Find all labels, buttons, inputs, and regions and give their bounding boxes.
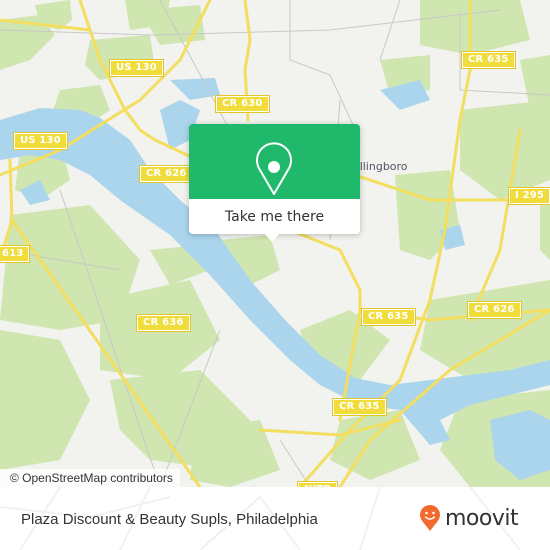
road-label-cr626: CR 626	[467, 301, 522, 319]
map-attribution[interactable]: © OpenStreetMap contributors	[0, 469, 180, 487]
road-label-us130: US 130	[13, 132, 68, 150]
take-me-there-button[interactable]: Take me there	[189, 199, 360, 234]
popup-pointer	[264, 233, 280, 242]
road-label-us130: US 130	[109, 59, 164, 77]
road-label-cr635: CR 635	[361, 308, 416, 326]
road-label-cr635: CR 635	[461, 51, 516, 69]
popup-header	[189, 124, 360, 199]
map-tiles	[0, 0, 550, 487]
road-label-613: 613	[0, 245, 31, 263]
road-label-cr626: CR 626	[139, 165, 194, 183]
road-label-i295: I 295	[507, 187, 550, 205]
road-label-cr635: CR 635	[332, 398, 387, 416]
location-popup: Take me there	[189, 124, 360, 242]
forest-areas	[0, 0, 550, 487]
moovit-wordmark: moovit	[445, 505, 519, 531]
map-pin-icon	[256, 142, 292, 195]
moovit-smiley-pin-icon	[420, 505, 440, 531]
footer-bar: Plaza Discount & Beauty Supls, Philadelp…	[0, 487, 550, 550]
road-label-cr636: CR 636	[136, 314, 191, 332]
moovit-logo[interactable]: moovit	[418, 504, 519, 532]
place-name: Plaza Discount & Beauty Supls, Philadelp…	[21, 511, 318, 528]
road-label-cr630: CR 630	[215, 95, 270, 113]
map-view[interactable]: US 130 US 130 CR 630 CR 635 CR 626 I 295…	[0, 0, 550, 487]
